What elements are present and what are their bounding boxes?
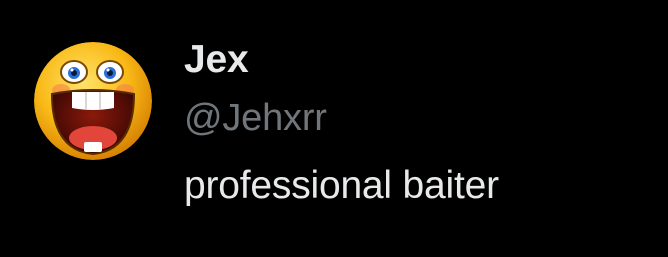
laughing-emoji-icon <box>34 42 152 160</box>
avatar[interactable] <box>34 42 152 160</box>
author-display-name[interactable]: Jex <box>184 40 249 79</box>
post-card: Jex @Jehxrr professional baiter <box>0 0 668 257</box>
post-text: professional baiter <box>184 164 499 207</box>
author-handle[interactable]: @Jehxrr <box>184 99 327 137</box>
